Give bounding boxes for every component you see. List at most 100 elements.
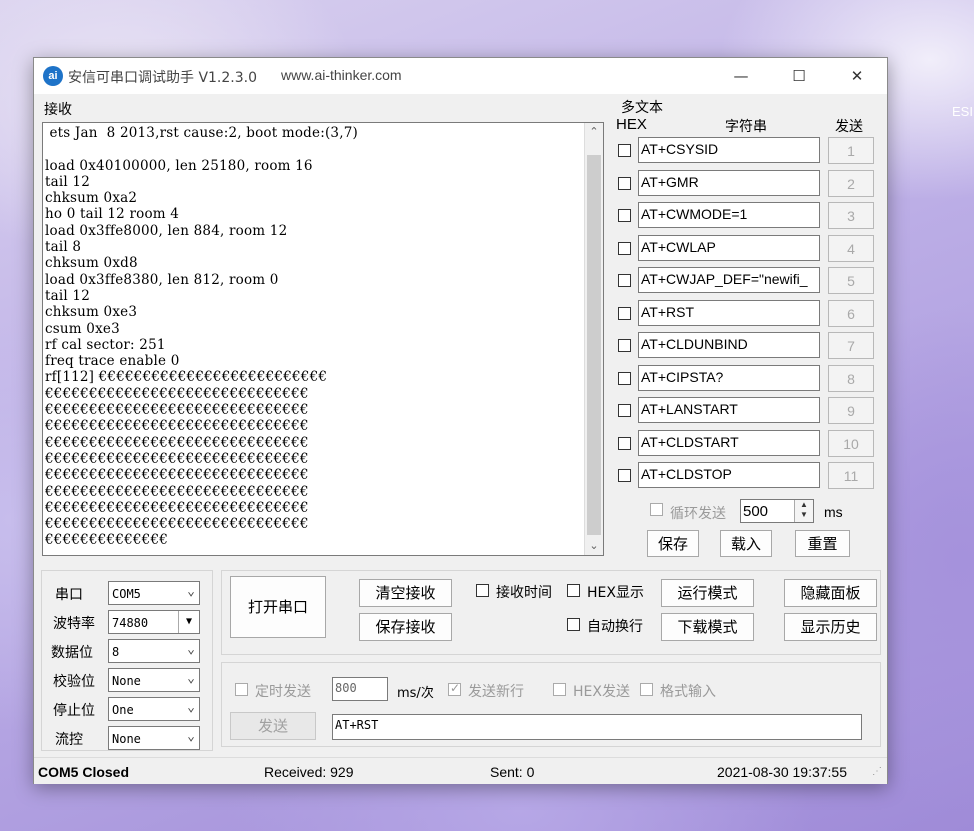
hex-checkbox[interactable] bbox=[618, 469, 631, 482]
download-mode-button[interactable]: 下载模式 bbox=[661, 613, 754, 641]
port-select[interactable]: COM5 ⌄ bbox=[108, 581, 200, 605]
load-multi-button[interactable]: 载入 bbox=[720, 530, 772, 557]
multi-text-input[interactable]: AT+CSYSID bbox=[638, 137, 820, 163]
reset-multi-button[interactable]: 重置 bbox=[795, 530, 850, 557]
receive-textarea[interactable]: ets Jan 8 2013,rst cause:2, boot mode:(3… bbox=[42, 122, 604, 556]
port-label: 串口 bbox=[55, 587, 83, 603]
timed-send-checkbox[interactable] bbox=[235, 683, 248, 696]
multi-text-input[interactable]: AT+CLDSTART bbox=[638, 429, 820, 456]
loop-interval-input[interactable]: 500 ▲ ▼ bbox=[740, 499, 814, 523]
auto-wrap-label: 自动换行 bbox=[587, 619, 643, 635]
chevron-down-icon: ⌄ bbox=[187, 584, 195, 599]
auto-wrap-checkbox[interactable] bbox=[567, 618, 580, 631]
hex-checkbox[interactable] bbox=[618, 371, 631, 385]
minimize-button[interactable]: — bbox=[718, 58, 764, 94]
receive-time-checkbox[interactable] bbox=[476, 584, 489, 597]
stopbits-value: One bbox=[112, 703, 134, 717]
title-bar[interactable]: ai 安信可串口调试助手 V1.2.3.0 www.ai-thinker.com… bbox=[34, 58, 887, 94]
send-row-button[interactable]: 2 bbox=[828, 169, 874, 197]
hex-checkbox[interactable] bbox=[618, 176, 631, 190]
resize-grip-icon[interactable]: ⋰ bbox=[872, 766, 882, 777]
hex-checkbox[interactable] bbox=[618, 241, 631, 255]
wallpaper-text: ESI bbox=[952, 104, 973, 119]
send-row-button[interactable]: 6 bbox=[828, 299, 874, 327]
send-row-button[interactable]: 8 bbox=[828, 364, 874, 392]
send-row-button[interactable]: 1 bbox=[828, 137, 874, 164]
send-button[interactable]: 发送 bbox=[230, 712, 316, 740]
format-input-checkbox[interactable] bbox=[640, 683, 653, 696]
loop-interval-value: 500 bbox=[743, 503, 769, 520]
dropdown-arrow-icon[interactable]: ▼ bbox=[178, 611, 199, 633]
hex-checkbox[interactable] bbox=[618, 274, 631, 287]
interval-unit-label: ms/次 bbox=[397, 686, 434, 701]
multi-text-input[interactable]: AT+GMR bbox=[638, 169, 820, 196]
maximize-button[interactable]: ☐ bbox=[776, 58, 822, 94]
port-status: COM5 Closed bbox=[38, 764, 130, 780]
show-history-button[interactable]: 显示历史 bbox=[784, 613, 877, 641]
hex-checkbox[interactable] bbox=[618, 404, 631, 417]
port-value: COM5 bbox=[112, 587, 141, 601]
flow-select[interactable]: None ⌄ bbox=[108, 726, 200, 750]
loop-unit-label: ms bbox=[824, 504, 843, 520]
receive-label: 接收 bbox=[44, 102, 72, 118]
save-multi-button[interactable]: 保存 bbox=[647, 530, 699, 557]
hex-checkbox[interactable] bbox=[618, 144, 631, 157]
send-row-button[interactable]: 7 bbox=[828, 332, 874, 359]
receive-scrollbar[interactable]: ⌃ ⌄ bbox=[584, 123, 603, 555]
string-column-header: 字符串 bbox=[725, 119, 767, 135]
timed-interval-input[interactable]: 800 bbox=[332, 677, 388, 701]
run-mode-button[interactable]: 运行模式 bbox=[661, 579, 754, 607]
hex-checkbox[interactable] bbox=[618, 209, 631, 222]
timed-interval-value: 800 bbox=[335, 681, 357, 695]
hex-display-checkbox[interactable] bbox=[567, 584, 580, 597]
hex-checkbox[interactable] bbox=[618, 306, 631, 320]
send-row-button[interactable]: 4 bbox=[828, 234, 874, 262]
multi-text-label: 多文本 bbox=[621, 100, 663, 116]
multi-text-input[interactable]: AT+CWLAP bbox=[638, 234, 820, 261]
hex-checkbox[interactable] bbox=[618, 339, 631, 352]
scroll-down-arrow-icon[interactable]: ⌄ bbox=[585, 537, 603, 555]
hide-panel-button[interactable]: 隐藏面板 bbox=[784, 579, 877, 607]
parity-select[interactable]: None ⌄ bbox=[108, 668, 200, 692]
send-group: 定时发送 800 ms/次 发送新行 HEX发送 格式输入 发送 AT+RST bbox=[221, 662, 881, 747]
multi-text-input[interactable]: AT+CWMODE=1 bbox=[638, 202, 820, 228]
multi-text-input[interactable]: AT+CLDUNBIND bbox=[638, 332, 820, 358]
send-row-button[interactable]: 11 bbox=[828, 462, 874, 489]
send-newline-checkbox[interactable] bbox=[448, 681, 461, 696]
databits-label: 数据位 bbox=[51, 645, 93, 661]
multi-text-input[interactable]: AT+RST bbox=[638, 299, 820, 326]
multi-text-input[interactable]: AT+LANSTART bbox=[638, 397, 820, 423]
receive-text: ets Jan 8 2013,rst cause:2, boot mode:(3… bbox=[45, 125, 358, 549]
hex-send-checkbox[interactable] bbox=[553, 683, 566, 696]
clear-receive-button[interactable]: 清空接收 bbox=[359, 579, 452, 607]
stopbits-label: 停止位 bbox=[53, 703, 95, 719]
hex-send-label: HEX发送 bbox=[573, 684, 630, 700]
status-datetime: 2021-08-30 19:37:55 bbox=[717, 764, 847, 780]
scroll-up-arrow-icon[interactable]: ⌃ bbox=[585, 123, 603, 141]
chevron-down-icon: ⌄ bbox=[187, 729, 195, 744]
hex-checkbox[interactable] bbox=[618, 436, 631, 450]
send-row-button[interactable]: 5 bbox=[828, 267, 874, 294]
app-logo-icon: ai bbox=[43, 66, 63, 86]
multi-text-input[interactable]: AT+CLDSTOP bbox=[638, 462, 820, 488]
send-row-button[interactable]: 10 bbox=[828, 429, 874, 457]
close-button[interactable]: ✕ bbox=[834, 58, 880, 94]
loop-interval-spinner[interactable]: ▲ ▼ bbox=[794, 500, 813, 522]
scroll-thumb[interactable] bbox=[587, 155, 601, 535]
send-row-button[interactable]: 3 bbox=[828, 202, 874, 229]
parity-label: 校验位 bbox=[53, 674, 95, 690]
received-count: Received: 929 bbox=[264, 764, 354, 780]
save-receive-button[interactable]: 保存接收 bbox=[359, 613, 452, 641]
send-input[interactable]: AT+RST bbox=[332, 714, 862, 740]
databits-select[interactable]: 8 ⌄ bbox=[108, 639, 200, 663]
open-port-button[interactable]: 打开串口 bbox=[230, 576, 326, 638]
send-row-button[interactable]: 9 bbox=[828, 397, 874, 424]
flow-label: 流控 bbox=[55, 732, 83, 748]
multi-text-input[interactable]: AT+CWJAP_DEF="newifi_ bbox=[638, 267, 820, 293]
status-bar: COM5 Closed Received: 929 Sent: 0 2021-0… bbox=[34, 757, 887, 784]
baud-select[interactable]: 74880 ▼ bbox=[108, 610, 200, 634]
multi-text-input[interactable]: AT+CIPSTA? bbox=[638, 364, 820, 391]
stopbits-select[interactable]: One ⌄ bbox=[108, 697, 200, 721]
window-title: 安信可串口调试助手 V1.2.3.0 bbox=[68, 70, 258, 86]
loop-send-checkbox[interactable] bbox=[650, 503, 663, 516]
